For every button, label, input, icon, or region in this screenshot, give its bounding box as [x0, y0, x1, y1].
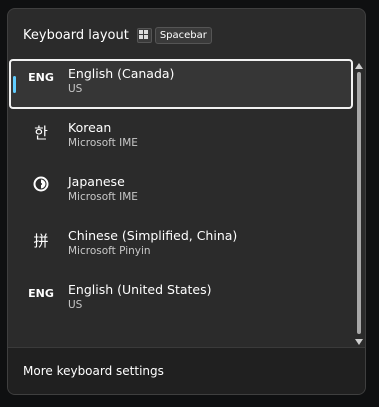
- flyout-footer: More keyboard settings: [8, 347, 365, 394]
- scrollbar-thumb[interactable]: [357, 72, 361, 334]
- layout-list: ENG English (Canada) US 한 Korean Microso…: [9, 59, 353, 341]
- layout-name: English (Canada): [68, 66, 175, 81]
- eng-text-icon: ENG: [28, 71, 54, 84]
- hangul-ime-icon: 한: [34, 124, 48, 142]
- layout-item-english-united-states[interactable]: ENG English (United States) US: [9, 275, 353, 325]
- layout-subtitle: Microsoft IME: [68, 137, 138, 149]
- more-keyboard-settings-link[interactable]: More keyboard settings: [23, 364, 164, 378]
- layout-subtitle: US: [68, 83, 83, 95]
- flyout-title: Keyboard layout: [23, 27, 129, 43]
- layout-item-english-canada[interactable]: ENG English (Canada) US: [9, 59, 353, 109]
- flyout-header: Keyboard layout Spacebar: [23, 26, 212, 44]
- layout-item-chinese-simplified[interactable]: 拼 Chinese (Simplified, China) Microsoft …: [9, 221, 353, 271]
- layout-name: Korean: [68, 120, 112, 135]
- windows-logo-icon: [136, 27, 152, 43]
- layout-subtitle: Microsoft Pinyin: [68, 245, 151, 257]
- spacebar-key-badge: Spacebar: [154, 26, 212, 44]
- eng-text-icon: ENG: [28, 287, 54, 300]
- layout-name: Chinese (Simplified, China): [68, 228, 238, 243]
- layout-item-japanese[interactable]: Japanese Microsoft IME: [9, 167, 353, 217]
- layout-subtitle: US: [68, 299, 83, 311]
- scroll-up-arrow-icon[interactable]: [355, 63, 363, 69]
- pinyin-ime-icon: 拼: [33, 232, 49, 250]
- layout-subtitle: Microsoft IME: [68, 191, 138, 203]
- japanese-ime-icon: [17, 176, 65, 192]
- selection-indicator: [13, 76, 16, 93]
- layout-name: English (United States): [68, 282, 212, 297]
- layout-item-korean[interactable]: 한 Korean Microsoft IME: [9, 113, 353, 163]
- list-scrollbar[interactable]: [354, 61, 364, 345]
- scroll-down-arrow-icon[interactable]: [355, 339, 363, 345]
- keyboard-layout-flyout: Keyboard layout Spacebar ENG English (Ca…: [7, 8, 366, 395]
- layout-name: Japanese: [68, 174, 125, 189]
